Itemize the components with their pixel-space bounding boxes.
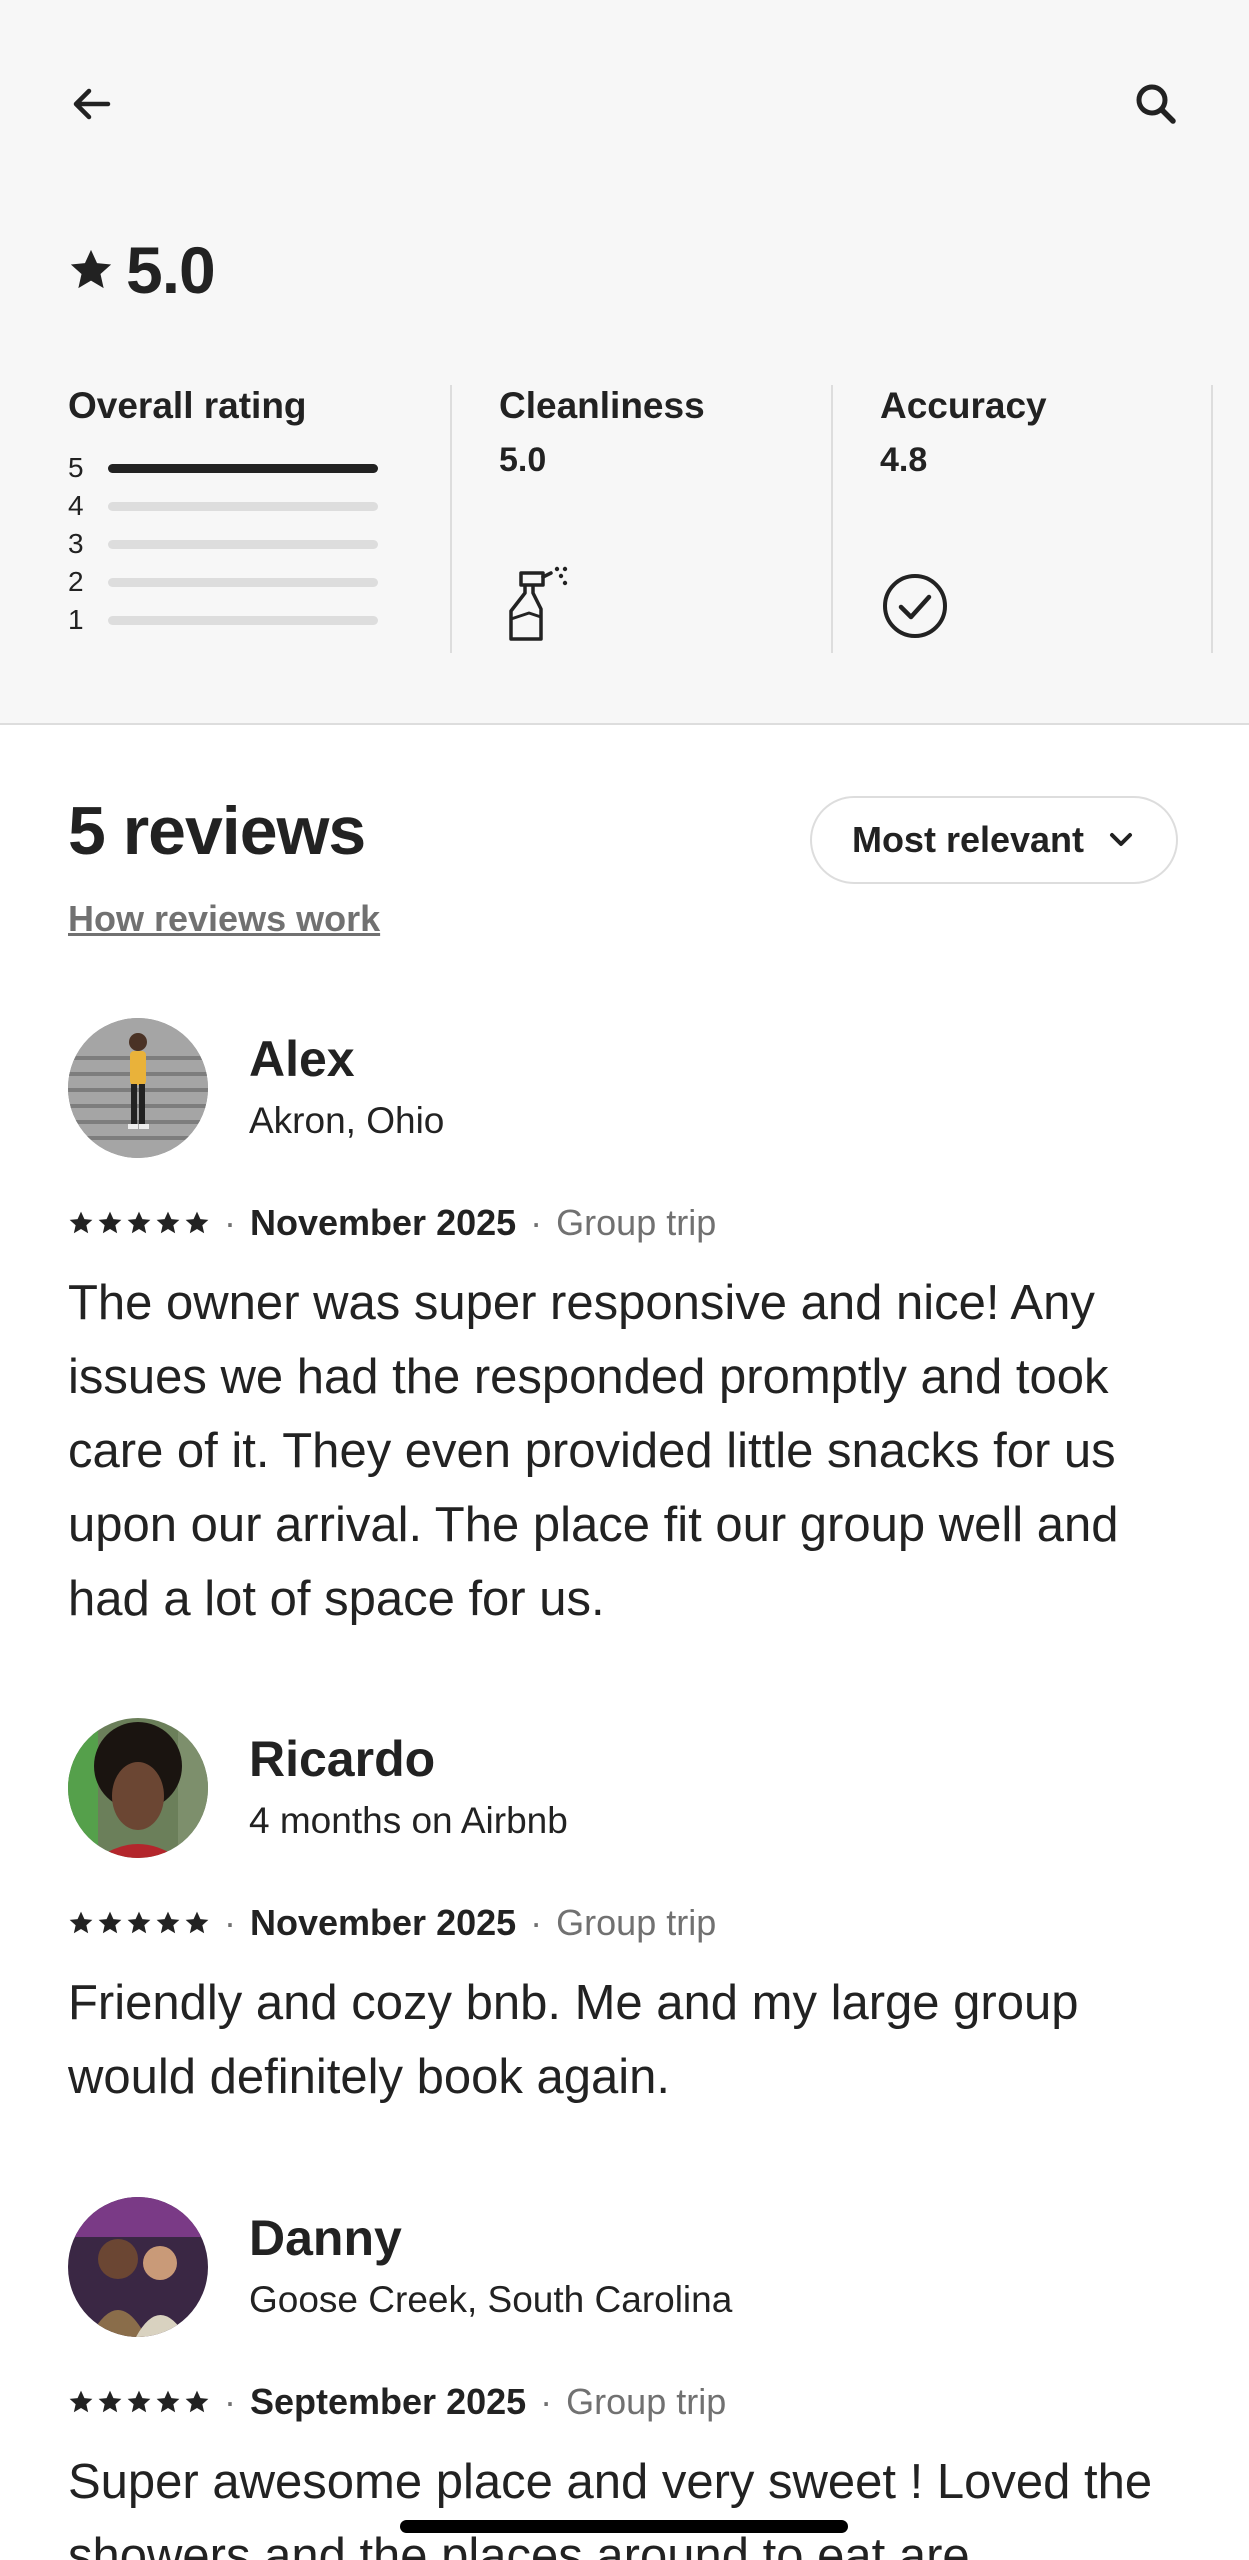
rating-bar-track — [108, 539, 378, 549]
star-icon — [127, 1211, 151, 1234]
rating-bar-label: 4 — [68, 490, 84, 521]
reviewer-subtitle: 4 months on Airbnb — [249, 1800, 568, 1841]
avatar[interactable] — [68, 2197, 208, 2337]
back-button[interactable] — [56, 68, 128, 140]
spray-bottle-icon — [509, 566, 568, 641]
review-date: November 2025 — [250, 1902, 517, 1943]
search-icon — [1136, 84, 1176, 124]
rating-bar-track — [108, 463, 378, 473]
star-icon — [98, 1911, 122, 1934]
chevron-down-icon — [1110, 833, 1133, 846]
rating-bar-label: 3 — [68, 528, 84, 559]
review-stars — [68, 2389, 210, 2415]
review-meta: · November 2025 · Group trip — [68, 1202, 716, 1244]
rating-bar-fill — [108, 463, 378, 473]
home-indicator[interactable] — [400, 2520, 848, 2533]
reviewer-name: Danny — [249, 2210, 402, 2266]
review-stars — [68, 1910, 210, 1936]
reviewer-subtitle: Goose Creek, South Carolina — [249, 2279, 733, 2320]
rating-bar-label: 2 — [68, 566, 84, 597]
rating-bar-track — [108, 501, 378, 511]
rating-bar-label: 1 — [68, 604, 84, 635]
star-icon — [156, 1211, 180, 1234]
review-item: Ricardo 4 months on Airbnb · November 20… — [68, 1718, 1178, 2118]
category-value: 4.8 — [880, 441, 928, 479]
sort-dropdown[interactable]: Most relevant — [810, 796, 1178, 884]
star-icon — [156, 1911, 180, 1934]
column-divider — [450, 385, 452, 653]
overall-rating-title: Overall rating — [68, 385, 307, 426]
column-divider — [1211, 385, 1213, 653]
rating-bar-row: 4 — [68, 487, 398, 525]
avatar[interactable] — [68, 1718, 208, 1858]
overall-rating-heading: 5.0 — [68, 232, 216, 308]
rating-summary-panel: 5.0 Overall rating 5 4 3 2 1 Cleanliness 5.0… — [0, 0, 1249, 725]
category-title: Accuracy — [880, 385, 1047, 426]
overall-rating-value: 5.0 — [126, 233, 216, 307]
star-icon — [69, 1911, 93, 1934]
review-meta: · November 2025 · Group trip — [68, 1902, 716, 1944]
separator-dot: · — [224, 2381, 236, 2422]
star-icon — [127, 1911, 151, 1934]
rating-bar-row: 5 — [68, 449, 398, 487]
rating-bar-track — [108, 615, 378, 625]
separator-dot: · — [530, 1902, 543, 1943]
star-icon — [185, 1911, 209, 1934]
star-icon — [69, 1211, 93, 1234]
review-date: November 2025 — [250, 1202, 517, 1243]
rating-bar-row: 3 — [68, 525, 398, 563]
separator-dot: · — [540, 2381, 553, 2422]
reviews-count-title: 5 reviews — [68, 793, 366, 869]
reviewer-name: Alex — [249, 1031, 355, 1087]
star-icon — [156, 2390, 180, 2413]
rating-bar-track — [108, 577, 378, 587]
star-icon — [69, 2390, 93, 2413]
trip-type: Group trip — [556, 1902, 717, 1943]
sort-label: Most relevant — [851, 819, 1085, 860]
arrow-left-icon — [73, 88, 111, 120]
review-meta: · September 2025 · Group trip — [68, 2381, 726, 2423]
check-circle-icon — [883, 574, 947, 638]
reviewer-subtitle: Akron, Ohio — [249, 1100, 445, 1141]
avatar[interactable] — [68, 1018, 208, 1158]
star-icon — [98, 2390, 122, 2413]
trip-type: Group trip — [566, 2381, 727, 2422]
separator-dot: · — [224, 1202, 236, 1243]
search-button[interactable] — [1120, 68, 1192, 140]
rating-bar-label: 5 — [68, 452, 84, 483]
category-accuracy: Accuracy 4.8 — [880, 385, 1210, 653]
separator-dot: · — [224, 1902, 236, 1943]
review-stars — [68, 1210, 210, 1236]
review-text: Friendly and cozy bnb. Me and my large g… — [68, 1976, 1079, 2104]
star-icon — [185, 1211, 209, 1234]
star-icon — [185, 2390, 209, 2413]
rating-bar-row: 2 — [68, 563, 398, 601]
category-value: 5.0 — [499, 441, 547, 479]
review-date: September 2025 — [250, 2381, 527, 2422]
review-item: Danny Goose Creek, South Carolina · Sept… — [68, 2197, 1178, 2560]
rating-bar-row: 1 — [68, 601, 398, 639]
reviewer-name: Ricardo — [249, 1731, 436, 1787]
star-icon — [127, 2390, 151, 2413]
review-item: Alex Akron, Ohio · November 2025 · Group… — [68, 1018, 1178, 1638]
column-divider — [831, 385, 833, 653]
how-reviews-work-link[interactable]: How reviews work — [68, 898, 380, 940]
overall-rating-breakdown: Overall rating 5 4 3 2 1 — [68, 385, 398, 653]
rating-bars: 5 4 3 2 1 — [68, 449, 398, 639]
star-icon — [70, 249, 112, 289]
category-title: Cleanliness — [499, 385, 705, 426]
separator-dot: · — [530, 1202, 543, 1243]
trip-type: Group trip — [556, 1202, 717, 1243]
review-text: The owner was super responsive and nice!… — [68, 1276, 1119, 1626]
review-text: Super awesome place and very sweet ! Lov… — [68, 2455, 1153, 2560]
star-icon — [98, 1211, 122, 1234]
category-cleanliness: Cleanliness 5.0 — [499, 385, 829, 653]
